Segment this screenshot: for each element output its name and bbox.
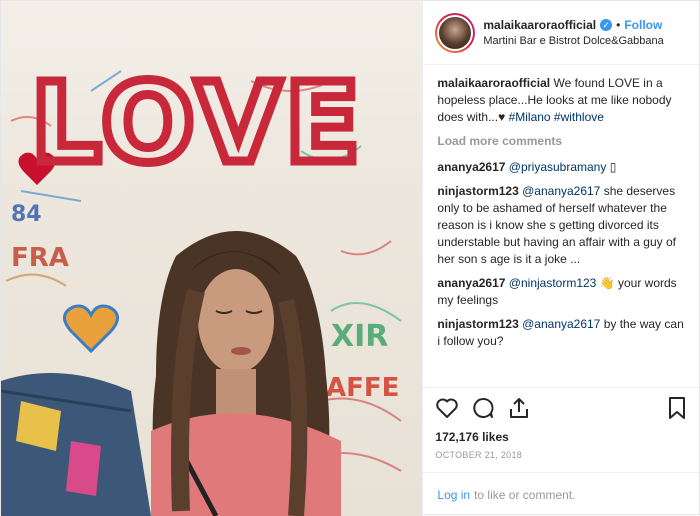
login-link[interactable]: Log in <box>437 488 470 502</box>
comment-text: ▯ <box>606 160 617 174</box>
instagram-post: LOVE FRA 84 RAFFE XIR malaikaaroraoffici… <box>0 0 700 516</box>
avatar[interactable] <box>435 12 476 53</box>
comment-mention[interactable]: @ananya2617 <box>522 184 600 198</box>
post-sidebar: malaikaaroraofficial ✓ • Follow Martini … <box>422 1 699 516</box>
comment-item: ananya2617 @priyasubramany ▯ <box>437 159 685 176</box>
comment-item: ninjastorm123 @ananya2617 by the way can… <box>437 316 685 350</box>
header-text: malaikaaroraofficial ✓ • Follow Martini … <box>483 18 663 47</box>
comment-mention[interactable]: @priyasubramany <box>509 160 607 174</box>
caption-hashtags[interactable]: #Milano #withlove <box>509 110 604 124</box>
header-username[interactable]: malaikaaroraofficial <box>483 18 596 32</box>
header-line: malaikaaroraofficial ✓ • Follow <box>483 18 663 32</box>
follow-button[interactable]: Follow <box>624 18 662 32</box>
heart-icon[interactable] <box>435 397 459 424</box>
comments-list: malaikaaroraofficial We found LOVE in a … <box>423 65 699 387</box>
comment-item: ananya2617 @ninjastorm123 👋 your words m… <box>437 275 685 309</box>
post-photo[interactable]: LOVE FRA 84 RAFFE XIR <box>1 1 423 516</box>
post-date: OCTOBER 21, 2018 <box>435 450 523 460</box>
svg-text:XIR: XIR <box>331 319 388 354</box>
avatar-image <box>437 14 474 51</box>
action-bar: 172,176 likes OCTOBER 21, 2018 <box>423 387 699 472</box>
post-header: malaikaaroraofficial ✓ • Follow Martini … <box>423 1 699 65</box>
svg-text:FRA: FRA <box>11 243 69 273</box>
login-prompt: Log in to like or comment. <box>423 472 699 516</box>
login-text: to like or comment. <box>474 487 576 502</box>
share-icon[interactable] <box>507 396 531 425</box>
comment-username[interactable]: ninjastorm123 <box>437 184 518 198</box>
comment-mention[interactable]: @ninjastorm123 <box>509 276 597 290</box>
comment-icon[interactable] <box>471 396 495 425</box>
svg-text:84: 84 <box>11 202 42 227</box>
caption: malaikaaroraofficial We found LOVE in a … <box>437 75 685 126</box>
photo-illustration: LOVE FRA 84 RAFFE XIR <box>1 55 402 516</box>
location-link[interactable]: Martini Bar e Bistrot Dolce&Gabbana <box>483 35 663 47</box>
comment-username[interactable]: ninjastorm123 <box>437 317 518 331</box>
bookmark-icon[interactable] <box>667 396 687 425</box>
comment-mention[interactable]: @ananya2617 <box>522 317 600 331</box>
comment-username[interactable]: ananya2617 <box>437 276 505 290</box>
verified-badge-icon: ✓ <box>600 19 613 31</box>
action-icons <box>435 392 687 428</box>
likes-count[interactable]: 172,176 likes <box>435 430 687 444</box>
comment-item: ninjastorm123 @ananya2617 she deserves o… <box>437 183 685 268</box>
caption-username[interactable]: malaikaaroraofficial <box>437 76 550 90</box>
comment-username[interactable]: ananya2617 <box>437 160 505 174</box>
load-more-comments-button[interactable]: Load more comments <box>437 133 685 150</box>
wall-love-text: LOVE <box>31 59 364 187</box>
separator-dot: • <box>616 18 621 32</box>
